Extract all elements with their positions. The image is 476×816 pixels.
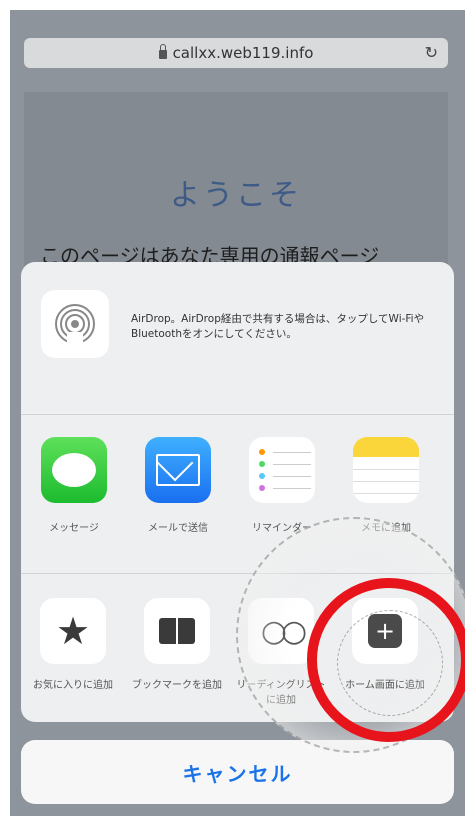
web-page: ようこそ このページはあなた専用の通報ページ (24, 92, 448, 272)
plus-square-icon: + (352, 598, 418, 664)
action-label: ホーム画面に追加 (345, 680, 425, 691)
app-row: メッセージ メールで送信 リマインダー メモに追加 (21, 415, 454, 574)
lock-icon (158, 44, 167, 59)
cancel-button[interactable]: キャンセル (21, 740, 454, 804)
share-app-label: メッセージ (49, 523, 99, 534)
phone-screen: callxx.web119.info ↻ ようこそ このページはあなた専用の通報… (10, 10, 465, 816)
share-app-label: メモに追加 (361, 523, 411, 534)
share-app-notes[interactable]: メモに追加 (341, 437, 431, 534)
action-label: リーディングリストに追加 (236, 680, 326, 706)
share-app-mail[interactable]: メールで送信 (133, 437, 223, 534)
refresh-icon[interactable]: ↻ (425, 43, 438, 62)
action-add-reading-list[interactable]: ○○ リーディングリストに追加 (233, 598, 329, 708)
airdrop-section[interactable]: AirDrop。AirDrop経由で共有する場合は、タップしてWi-FiやBlu… (21, 262, 454, 415)
airdrop-icon (41, 290, 109, 358)
share-app-messages[interactable]: メッセージ (29, 437, 119, 534)
share-app-label: リマインダー (252, 523, 312, 534)
action-label: ブックマークを追加 (132, 680, 222, 691)
page-heading: ようこそ (170, 178, 302, 213)
url-text: callxx.web119.info (172, 44, 314, 62)
star-icon: ★ (40, 598, 106, 664)
share-app-reminders[interactable]: リマインダー (237, 437, 327, 534)
share-sheet: AirDrop。AirDrop経由で共有する場合は、タップしてWi-FiやBlu… (21, 262, 454, 722)
reminders-icon (249, 437, 315, 503)
action-add-bookmark[interactable]: ブックマークを追加 (129, 598, 225, 693)
glasses-icon: ○○ (248, 598, 314, 664)
action-add-to-home-screen[interactable]: + ホーム画面に追加 (337, 598, 433, 693)
airdrop-description: AirDrop。AirDrop経由で共有する場合は、タップしてWi-FiやBlu… (131, 313, 425, 340)
address-bar[interactable]: callxx.web119.info ↻ (24, 38, 448, 68)
action-label: お気に入りに追加 (33, 680, 113, 691)
mail-icon (145, 437, 211, 503)
notes-icon (353, 437, 419, 503)
messages-icon (41, 437, 107, 503)
action-row: ★ お気に入りに追加 ブックマークを追加 ○○ リーディングリストに追加 + ホ… (21, 574, 454, 722)
book-icon (144, 598, 210, 664)
action-add-favorite[interactable]: ★ お気に入りに追加 (25, 598, 121, 693)
share-app-label: メールで送信 (148, 523, 208, 534)
